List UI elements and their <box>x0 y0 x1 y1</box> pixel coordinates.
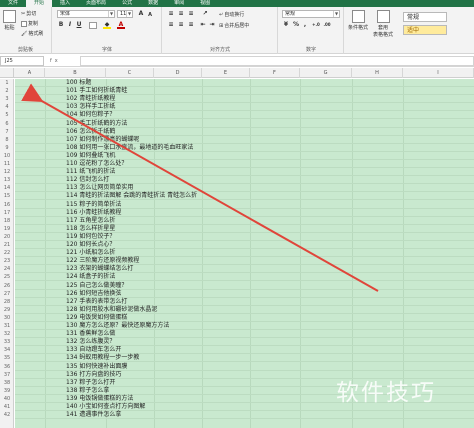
red-arrow-annotation <box>21 83 379 292</box>
watermark-text: 软件技巧 <box>336 380 436 406</box>
